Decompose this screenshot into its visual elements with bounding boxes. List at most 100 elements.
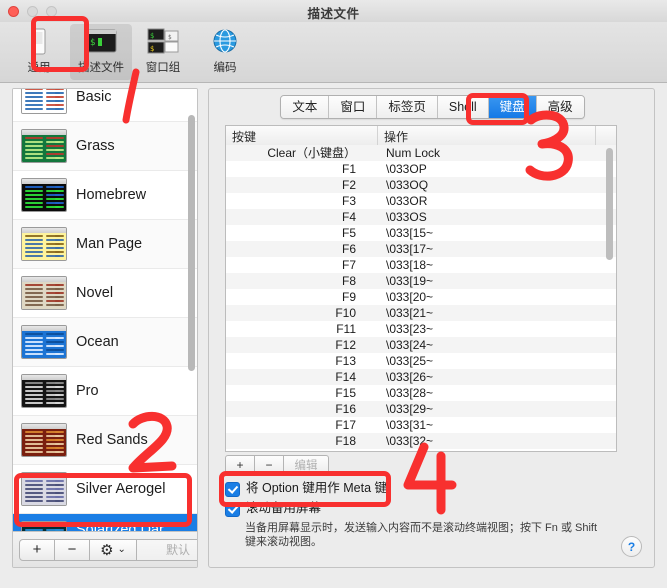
cell-key: Clear（小键盘）	[267, 146, 356, 160]
add-profile-button[interactable]: +	[19, 538, 55, 561]
profile-list-item[interactable]: Grass	[13, 122, 197, 171]
table-row[interactable]: F15 \033[28~	[226, 385, 616, 401]
table-row[interactable]: F2 \033OQ	[226, 177, 616, 193]
tab-5[interactable]: 键盘	[488, 96, 537, 118]
table-row[interactable]: F14 \033[26~	[226, 369, 616, 385]
cell-action: \033[29~	[386, 402, 434, 416]
tab-3[interactable]: 标签页	[377, 96, 438, 118]
profile-list-item[interactable]: Solarized Dar...默认	[13, 514, 197, 531]
option-meta-checkbox[interactable]	[225, 482, 240, 497]
cell-action: \033OP	[386, 162, 427, 176]
alt-screen-help-text: 当备用屏幕显示时，发送输入内容而不是滚动终端视图；按下 Fn 或 Shift 键…	[245, 522, 598, 548]
table-row[interactable]: F9 \033[20~	[226, 289, 616, 305]
svg-text:$: $	[150, 45, 154, 53]
profile-list-item[interactable]: Novel	[13, 269, 197, 318]
svg-text:$: $	[90, 38, 95, 48]
profile-list-item[interactable]: Silver Aerogel	[13, 465, 197, 514]
column-header-spacer	[596, 126, 616, 145]
cell-action: \033[18~	[386, 258, 434, 272]
table-row[interactable]: F17 \033[31~	[226, 417, 616, 433]
profile-name: Basic	[76, 89, 112, 105]
cell-key: F10	[335, 306, 356, 320]
profile-thumbnail	[21, 178, 67, 212]
table-row[interactable]: F7 \033[18~	[226, 257, 616, 273]
alt-screen-scroll-label: 滚动备用屏幕	[246, 501, 322, 515]
table-row[interactable]: F5 \033[15~	[226, 225, 616, 241]
tab-bar: 文本 窗口 标签页 Shell 键盘 高级	[209, 95, 656, 119]
chevron-down-icon: ⌄	[117, 544, 126, 555]
cell-action: \033OQ	[386, 178, 429, 192]
profile-list-item[interactable]: Pro	[13, 367, 197, 416]
profile-name: Silver Aerogel	[76, 481, 166, 497]
remove-profile-button[interactable]: −	[54, 538, 90, 561]
table-row[interactable]: F10 \033[21~	[226, 305, 616, 321]
add-key-button[interactable]: +	[225, 455, 255, 474]
key-mappings-table[interactable]: 按键 操作 Clear（小键盘） Num Lock F1 \033OP F2 \033OQ…	[225, 125, 617, 452]
table-row[interactable]: F11 \033[23~	[226, 321, 616, 337]
table-row[interactable]: F4 \033OS	[226, 209, 616, 225]
toolbar-item-3[interactable]: $ $ $ 窗口组	[132, 24, 194, 80]
toolbar-item-4[interactable]: 编码	[194, 24, 256, 80]
profile-thumbnail	[21, 374, 67, 408]
profile-thumbnail	[21, 423, 67, 457]
toolbar-item-1[interactable]: 通用	[8, 24, 70, 80]
alt-screen-scroll-row[interactable]: 滚动备用屏幕	[225, 501, 321, 517]
table-row[interactable]: F18 \033[32~	[226, 433, 616, 449]
settings-panel: 文本 窗口 标签页 Shell 键盘 高级 按键 操作 Clear（小键盘） Num Loc…	[208, 88, 655, 568]
window-groups-icon: $ $ $	[147, 28, 179, 54]
sidebar-toolbar: + − ⚙ ⌄ 默认	[13, 531, 197, 567]
profile-list-item[interactable]: Homebrew	[13, 171, 197, 220]
cell-action: \033OS	[386, 210, 427, 224]
table-row[interactable]: F16 \033[29~	[226, 401, 616, 417]
profile-name: Homebrew	[76, 187, 147, 203]
profiles-list[interactable]: Basic Grass Homebrew Man Page Novel Ocean Pro R…	[13, 89, 197, 531]
set-default-button[interactable]: 默认	[136, 538, 197, 561]
preferences-window: 描述文件 通用 $ 描述文件 $ $ $ 窗口组 编码 Basic Grass Homebrew M…	[0, 0, 667, 588]
cell-action: \033[23~	[386, 322, 434, 336]
edit-key-button[interactable]: 编辑	[283, 455, 329, 474]
table-row[interactable]: F8 \033[19~	[226, 273, 616, 289]
profile-list-item[interactable]: Basic	[13, 89, 197, 122]
table-row[interactable]: Clear（小键盘） Num Lock	[226, 145, 616, 161]
cell-key: F2	[341, 178, 356, 192]
cell-action: \033OR	[386, 194, 428, 208]
help-button[interactable]: ?	[621, 536, 642, 557]
profile-list-item[interactable]: Man Page	[13, 220, 197, 269]
cell-key: F11	[336, 322, 356, 336]
table-row[interactable]: F3 \033OR	[226, 193, 616, 209]
option-meta-row[interactable]: 将 Option 键用作 Meta 键	[225, 481, 387, 497]
profile-name: Pro	[76, 383, 99, 399]
cell-key: F9	[341, 290, 356, 304]
table-scrollbar[interactable]	[606, 148, 613, 260]
window-title: 描述文件	[307, 7, 360, 21]
table-row[interactable]: F12 \033[24~	[226, 337, 616, 353]
sidebar-scrollbar[interactable]	[188, 115, 195, 371]
toolbar-item-label: 通用	[27, 62, 51, 74]
title-bar: 描述文件	[0, 0, 667, 23]
profile-actions-button[interactable]: ⚙ ⌄	[89, 538, 137, 561]
cell-action: Num Lock	[386, 146, 441, 160]
tab-6[interactable]: 高级	[536, 96, 584, 118]
toolbar-item-2[interactable]: $ 描述文件	[70, 24, 132, 80]
profile-list-item[interactable]: Ocean	[13, 318, 197, 367]
table-row[interactable]: F1 \033OP	[226, 161, 616, 177]
cell-action: \033[26~	[386, 370, 434, 384]
cell-key: F12	[335, 338, 356, 352]
encodings-globe-icon	[213, 29, 237, 53]
table-row[interactable]: F6 \033[17~	[226, 241, 616, 257]
toolbar-item-label: 窗口组	[145, 62, 181, 74]
column-header-key: 按键	[226, 126, 378, 145]
tab-1[interactable]: 文本	[281, 96, 330, 118]
tab-2[interactable]: 窗口	[329, 96, 378, 118]
profile-list-item[interactable]: Red Sands	[13, 416, 197, 465]
tab-4[interactable]: Shell	[437, 96, 489, 118]
profiles-terminal-icon: $	[85, 29, 117, 53]
table-row[interactable]: F13 \033[25~	[226, 353, 616, 369]
alt-screen-scroll-checkbox[interactable]	[225, 502, 240, 517]
cell-action: \033[21~	[386, 306, 434, 320]
cell-key: F18	[335, 434, 356, 448]
profile-name: Ocean	[76, 334, 119, 350]
cell-action: \033[20~	[386, 290, 434, 304]
table-header: 按键 操作	[226, 126, 616, 146]
remove-key-button[interactable]: −	[254, 455, 284, 474]
